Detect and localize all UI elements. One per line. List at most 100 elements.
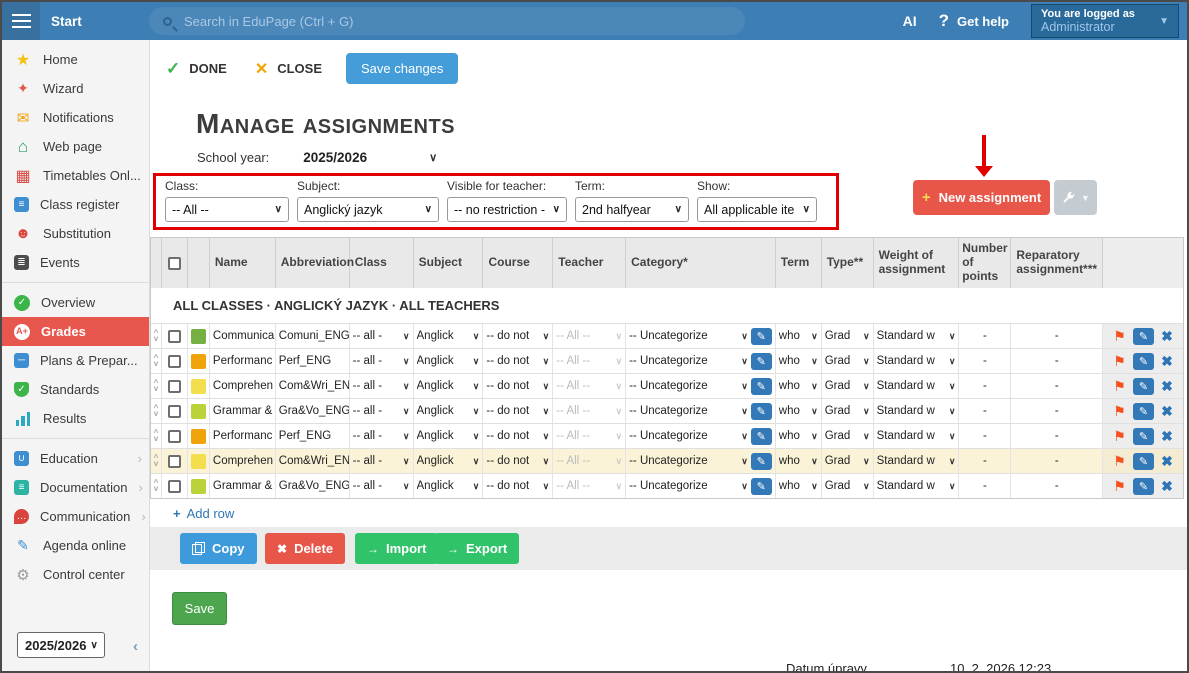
sidebar-item-notifications[interactable]: ✉Notifications: [2, 103, 149, 132]
class-select[interactable]: -- all -∨: [353, 480, 410, 492]
weight-select[interactable]: Standard w∨: [877, 430, 956, 442]
row-checkbox[interactable]: [168, 455, 181, 468]
row-checkbox[interactable]: [168, 480, 181, 493]
sidebar-item-control-center[interactable]: ⚙Control center: [2, 560, 149, 589]
type-select[interactable]: Grad∨: [825, 480, 870, 492]
flag-icon[interactable]: ⚑: [1113, 453, 1126, 470]
new-assignment-button[interactable]: + New assignment: [913, 180, 1050, 215]
flag-icon[interactable]: ⚑: [1113, 428, 1126, 445]
close-button[interactable]: ✕ CLOSE: [255, 59, 322, 79]
edit-row-button[interactable]: ✎: [1133, 378, 1154, 395]
sidebar-item-overview[interactable]: ✓Overview: [2, 288, 149, 317]
sidebar-item-web-page[interactable]: ⌂Web page: [2, 132, 149, 161]
assignment-name-field[interactable]: Comprehen: [210, 374, 276, 398]
row-reorder-handle[interactable]: ^v: [151, 380, 161, 392]
flag-icon[interactable]: ⚑: [1113, 328, 1126, 345]
assignment-name-field[interactable]: Comprehen: [210, 449, 276, 473]
filter-class-select[interactable]: -- All -- ∨: [165, 197, 289, 222]
import-button[interactable]: → Import: [355, 533, 438, 564]
weight-select[interactable]: Standard w∨: [877, 480, 956, 492]
assignment-name-field[interactable]: Grammar &: [210, 399, 276, 423]
course-select[interactable]: -- do not∨: [486, 430, 549, 442]
color-swatch[interactable]: [191, 429, 206, 444]
done-button[interactable]: ✓ DONE: [166, 59, 227, 79]
edit-row-button[interactable]: ✎: [1133, 428, 1154, 445]
edit-row-button[interactable]: ✎: [1133, 403, 1154, 420]
color-swatch[interactable]: [191, 329, 206, 344]
term-select[interactable]: who∨: [779, 330, 818, 342]
row-checkbox[interactable]: [168, 405, 181, 418]
weight-select[interactable]: Standard w∨: [877, 380, 956, 392]
delete-row-icon[interactable]: ✖: [1161, 403, 1173, 420]
class-select[interactable]: -- all -∨: [353, 380, 410, 392]
teacher-select[interactable]: -- All --∨: [556, 430, 622, 442]
copy-button[interactable]: Copy: [180, 533, 257, 564]
class-select[interactable]: -- all -∨: [353, 330, 410, 342]
sidebar-collapse-button[interactable]: ‹: [133, 638, 138, 655]
sidebar-item-substitution[interactable]: ☻Substitution: [2, 219, 149, 248]
filter-term-select[interactable]: 2nd halfyear ∨: [575, 197, 689, 222]
sidebar-item-results[interactable]: Results: [2, 404, 149, 433]
assignment-abbreviation-field[interactable]: Perf_ENG: [276, 424, 350, 448]
user-account-menu[interactable]: You are logged as Administrator ▼: [1031, 4, 1179, 38]
delete-row-icon[interactable]: ✖: [1161, 328, 1173, 345]
row-reorder-handle[interactable]: ^v: [151, 480, 161, 492]
teacher-select[interactable]: -- All --∨: [556, 380, 622, 392]
tools-dropdown-button[interactable]: ▼: [1054, 180, 1097, 215]
color-swatch[interactable]: [191, 354, 206, 369]
chevron-down-icon[interactable]: ∨: [429, 151, 437, 164]
type-select[interactable]: Grad∨: [825, 355, 870, 367]
assignment-name-field[interactable]: Grammar &: [210, 474, 276, 498]
teacher-select[interactable]: -- All --∨: [556, 405, 622, 417]
filter-visible-select[interactable]: -- no restriction - ∨: [447, 197, 567, 222]
teacher-select[interactable]: -- All --∨: [556, 330, 622, 342]
edit-category-button[interactable]: ✎: [751, 453, 772, 470]
sidebar-item-events[interactable]: ≣Events: [2, 248, 149, 277]
subject-select[interactable]: Anglick∨: [417, 455, 480, 467]
subject-select[interactable]: Anglick∨: [417, 380, 480, 392]
assignment-name-field[interactable]: Performanc: [210, 349, 276, 373]
edit-category-button[interactable]: ✎: [751, 328, 772, 345]
row-reorder-handle[interactable]: ^v: [151, 405, 161, 417]
type-select[interactable]: Grad∨: [825, 405, 870, 417]
subject-select[interactable]: Anglick∨: [417, 330, 480, 342]
assignment-abbreviation-field[interactable]: Gra&Vo_ENG: [276, 399, 350, 423]
row-checkbox[interactable]: [168, 380, 181, 393]
course-select[interactable]: -- do not∨: [486, 380, 549, 392]
sidebar-item-education[interactable]: ∪Education›: [2, 444, 149, 473]
global-search-input[interactable]: Search in EduPage (Ctrl + G): [149, 7, 745, 35]
edit-row-button[interactable]: ✎: [1133, 453, 1154, 470]
edit-row-button[interactable]: ✎: [1133, 478, 1154, 495]
start-menu-label[interactable]: Start: [51, 14, 82, 29]
sidebar-item-standards[interactable]: ✓Standards: [2, 375, 149, 404]
category-select[interactable]: -- Uncategorize∨: [629, 355, 748, 367]
sidebar-item-agenda-online[interactable]: ✎Agenda online: [2, 531, 149, 560]
row-reorder-handle[interactable]: ^v: [151, 330, 161, 342]
sidebar-item-timetables-onl[interactable]: ▦Timetables Onl...: [2, 161, 149, 190]
category-select[interactable]: -- Uncategorize∨: [629, 430, 748, 442]
course-select[interactable]: -- do not∨: [486, 455, 549, 467]
edit-row-button[interactable]: ✎: [1133, 328, 1154, 345]
save-button[interactable]: Save: [172, 592, 227, 625]
sidebar-item-wizard[interactable]: ✦Wizard: [2, 74, 149, 103]
sidebar-item-grades[interactable]: A+Grades: [2, 317, 149, 346]
delete-row-icon[interactable]: ✖: [1161, 428, 1173, 445]
term-select[interactable]: who∨: [779, 380, 818, 392]
row-reorder-handle[interactable]: ^v: [151, 455, 161, 467]
weight-select[interactable]: Standard w∨: [877, 330, 956, 342]
edit-category-button[interactable]: ✎: [751, 478, 772, 495]
delete-row-icon[interactable]: ✖: [1161, 453, 1173, 470]
assignment-abbreviation-field[interactable]: Com&Wri_EN: [276, 374, 350, 398]
category-select[interactable]: -- Uncategorize∨: [629, 405, 748, 417]
assignment-name-field[interactable]: Communica: [210, 324, 276, 348]
color-swatch[interactable]: [191, 479, 206, 494]
course-select[interactable]: -- do not∨: [486, 480, 549, 492]
sidebar-item-home[interactable]: ★Home: [2, 45, 149, 74]
assignment-name-field[interactable]: Performanc: [210, 424, 276, 448]
sidebar-item-class-register[interactable]: ≡Class register: [2, 190, 149, 219]
edit-category-button[interactable]: ✎: [751, 428, 772, 445]
class-select[interactable]: -- all -∨: [353, 455, 410, 467]
class-select[interactable]: -- all -∨: [353, 430, 410, 442]
row-checkbox[interactable]: [168, 330, 181, 343]
course-select[interactable]: -- do not∨: [486, 405, 549, 417]
